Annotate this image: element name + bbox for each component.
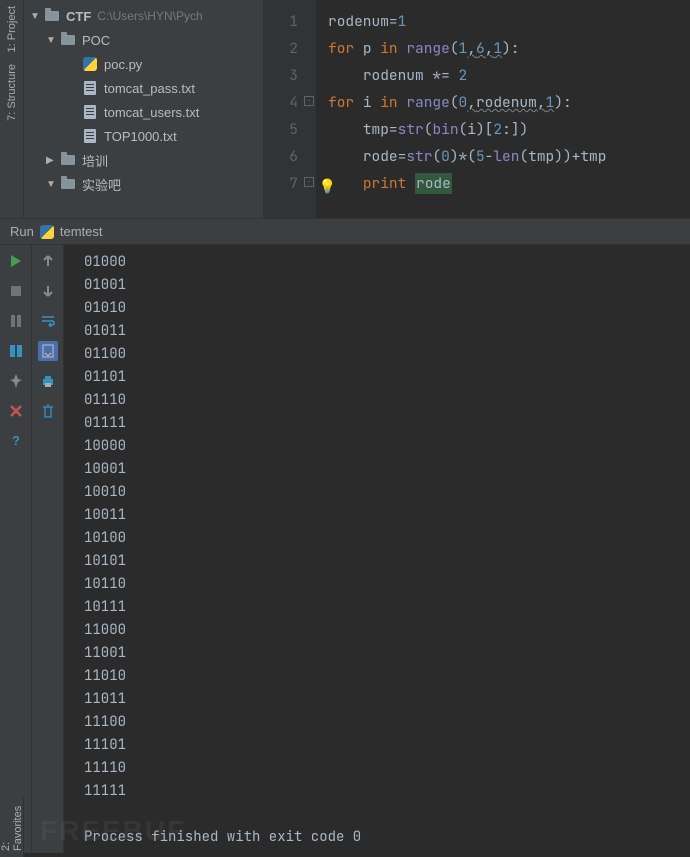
folder-icon xyxy=(60,152,76,168)
line-number: 6 xyxy=(264,143,316,170)
run-header[interactable]: Run temtest xyxy=(0,219,690,245)
run-tool-window: Run temtest ? 01000 01001 01010 01011 01… xyxy=(0,218,690,853)
up-button[interactable] xyxy=(38,251,58,271)
soft-wrap-button[interactable] xyxy=(38,311,58,331)
tree-folder-shiyanba[interactable]: ▼ 实验吧 xyxy=(24,172,263,196)
clear-button[interactable] xyxy=(38,401,58,421)
tree-file-tomcat-users[interactable]: tomcat_users.txt xyxy=(24,100,263,124)
down-button[interactable] xyxy=(38,281,58,301)
close-button[interactable] xyxy=(6,401,26,421)
fold-marker-icon[interactable]: − xyxy=(304,96,314,106)
tree-label: CTF xyxy=(66,9,91,24)
scroll-to-end-button[interactable] xyxy=(38,341,58,361)
line-number: 7−💡 xyxy=(264,170,316,197)
tree-label: 培训 xyxy=(82,151,108,170)
tree-file-poc-py[interactable]: poc.py xyxy=(24,52,263,76)
tree-file-top1000[interactable]: TOP1000.txt xyxy=(24,124,263,148)
code-area[interactable]: rodenum=1for p in range(1,6,1): rodenum … xyxy=(316,0,606,218)
chevron-down-icon: ▼ xyxy=(46,35,58,46)
structure-tool-tab[interactable]: 7: Structure xyxy=(6,58,18,127)
project-tree[interactable]: ▼ CTF C:\Users\HYN\Pych ▼ POC poc.py tom… xyxy=(24,0,264,218)
run-config-name: temtest xyxy=(60,224,103,239)
chevron-down-icon: ▼ xyxy=(30,11,42,22)
pin-button[interactable] xyxy=(6,371,26,391)
stop-button[interactable] xyxy=(6,281,26,301)
python-icon xyxy=(40,225,54,239)
tree-path: C:\Users\HYN\Pych xyxy=(97,9,202,23)
favorites-tool-tab[interactable]: 2: Favorites xyxy=(0,797,24,857)
code-editor[interactable]: 1 2 3 4− 5 6 7−💡 rodenum=1for p in range… xyxy=(264,0,690,218)
run-toolbar-secondary xyxy=(32,245,64,853)
tree-label: tomcat_users.txt xyxy=(104,105,199,120)
console-output[interactable]: 01000 01001 01010 01011 01100 01101 0111… xyxy=(64,245,690,853)
run-toolbar-primary: ? xyxy=(0,245,32,853)
tree-file-tomcat-pass[interactable]: tomcat_pass.txt xyxy=(24,76,263,100)
folder-icon xyxy=(60,32,76,48)
tree-root-ctf[interactable]: ▼ CTF C:\Users\HYN\Pych xyxy=(24,4,263,28)
left-tool-rail: 1: Project 7: Structure xyxy=(0,0,24,218)
text-file-icon xyxy=(82,80,98,96)
left-rail-bottom: 2: Favorites xyxy=(0,797,24,857)
layout-button[interactable] xyxy=(6,341,26,361)
line-number: 2 xyxy=(264,35,316,62)
run-title: Run xyxy=(10,224,34,239)
editor-gutter: 1 2 3 4− 5 6 7−💡 xyxy=(264,0,316,218)
tree-folder-poc[interactable]: ▼ POC xyxy=(24,28,263,52)
tree-label: 实验吧 xyxy=(82,175,121,194)
line-number: 1 xyxy=(264,8,316,35)
chevron-right-icon: ▶ xyxy=(46,155,58,166)
project-tool-tab[interactable]: 1: Project xyxy=(6,0,18,58)
tree-label: tomcat_pass.txt xyxy=(104,81,195,96)
lightbulb-icon[interactable]: 💡 xyxy=(319,174,336,201)
folder-icon xyxy=(60,176,76,192)
run-button[interactable] xyxy=(6,251,26,271)
chevron-down-icon: ▼ xyxy=(46,179,58,190)
tree-label: TOP1000.txt xyxy=(104,129,177,144)
help-button[interactable]: ? xyxy=(6,431,26,451)
print-button[interactable] xyxy=(38,371,58,391)
tree-folder-peixun[interactable]: ▶ 培训 xyxy=(24,148,263,172)
tree-label: POC xyxy=(82,33,110,48)
text-file-icon xyxy=(82,104,98,120)
svg-text:?: ? xyxy=(12,433,20,448)
tree-label: poc.py xyxy=(104,57,142,72)
line-number: 5 xyxy=(264,116,316,143)
line-number: 3 xyxy=(264,62,316,89)
text-file-icon xyxy=(82,128,98,144)
fold-marker-icon[interactable]: − xyxy=(304,177,314,187)
pause-button[interactable] xyxy=(6,311,26,331)
python-file-icon xyxy=(82,56,98,72)
line-number: 4− xyxy=(264,89,316,116)
folder-icon xyxy=(44,8,60,24)
